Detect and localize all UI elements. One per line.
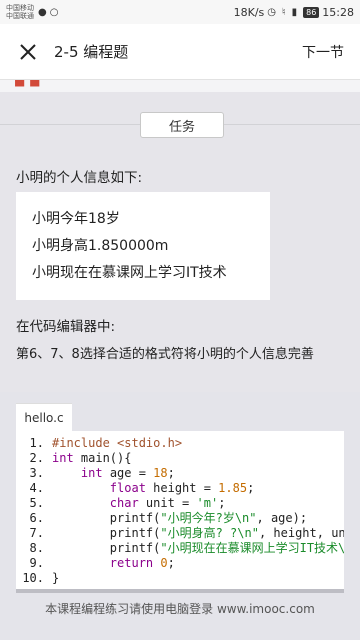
line-number: 2. bbox=[29, 451, 44, 465]
line-number: 6. bbox=[29, 511, 44, 525]
info-line: 小明今年18岁 bbox=[32, 211, 120, 227]
info-line: 小明身高1.850000m bbox=[32, 238, 169, 254]
code-token: #include <stdio.h> bbox=[52, 436, 183, 450]
code-line[interactable]: 6. printf("小明今年?岁\n", age); bbox=[16, 511, 344, 526]
task-button[interactable]: 任务 bbox=[140, 112, 224, 138]
code-token: int bbox=[80, 466, 103, 480]
app-bar: 2-5 编程题 下一节 bbox=[0, 24, 360, 80]
file-tab[interactable]: hello.c bbox=[16, 403, 72, 431]
code-token: , age); bbox=[256, 511, 308, 525]
carrier-labels: 中国移动 中国联通 bbox=[6, 4, 34, 20]
code-token: 18 bbox=[153, 466, 168, 480]
code-token: ; bbox=[218, 496, 226, 510]
network-speed: 18K/s bbox=[233, 5, 265, 19]
code-line[interactable]: 3. int age = 18; bbox=[16, 466, 344, 481]
code-text: printf("小明现在在慕课网上学习IT技术\n"); bbox=[52, 541, 344, 556]
code-line[interactable]: 9. return 0; bbox=[16, 556, 344, 571]
code-token: ; bbox=[167, 466, 175, 480]
circle-icon: ○ bbox=[49, 6, 59, 18]
code-token: age = bbox=[102, 466, 154, 480]
code-text: printf("小明今年?岁\n", age); bbox=[52, 511, 307, 526]
status-bar: 中国移动 中国联通 ● ○ 18K/s ◷ ♮ ▮ 86 15:28 bbox=[0, 0, 360, 24]
code-line[interactable]: 5. char unit = 'm'; bbox=[16, 496, 344, 511]
code-token: 'm' bbox=[196, 496, 219, 510]
code-token: printf( bbox=[52, 541, 161, 555]
info-box: 小明今年18岁 小明身高1.850000m 小明现在在慕课网上学习IT技术 bbox=[16, 192, 270, 300]
code-token: "小明现在在慕课网上学习IT技术\n" bbox=[160, 541, 344, 555]
task-instruction-1: 在代码编辑器中: bbox=[16, 319, 116, 335]
code-token: printf( bbox=[52, 526, 161, 540]
code-token: } bbox=[52, 571, 60, 585]
clock: 15:28 bbox=[322, 5, 354, 19]
code-text: float height = 1.85; bbox=[52, 481, 255, 496]
scrolled-content-edge: ■ ■ bbox=[0, 80, 360, 92]
user-icon: ● bbox=[38, 6, 47, 18]
code-token: 0 bbox=[160, 556, 168, 570]
code-text: int main(){ bbox=[52, 451, 131, 466]
line-number: 9. bbox=[29, 556, 44, 570]
code-token: char bbox=[109, 496, 139, 510]
code-line[interactable]: 8. printf("小明现在在慕课网上学习IT技术\n"); bbox=[16, 541, 344, 556]
code-token: unit = bbox=[138, 496, 197, 510]
code-token: height = bbox=[145, 481, 219, 495]
line-number: 4. bbox=[29, 481, 44, 495]
code-token: float bbox=[109, 481, 146, 495]
code-text: int age = 18; bbox=[52, 466, 175, 481]
page-title: 2-5 编程题 bbox=[54, 43, 129, 61]
cut-off-marker: ■ ■ bbox=[14, 80, 41, 88]
mute-icon: ♮ bbox=[282, 6, 286, 18]
line-number: 7. bbox=[29, 526, 44, 540]
code-token: return bbox=[109, 556, 154, 570]
code-text: printf("小明身高? ?\n", height, unit); bbox=[52, 526, 344, 541]
carrier-2: 中国联通 bbox=[6, 12, 34, 20]
code-token: , height, unit); bbox=[258, 526, 344, 540]
code-text: char unit = 'm'; bbox=[52, 496, 226, 511]
battery-indicator: 86 bbox=[303, 6, 320, 18]
code-line[interactable]: 2. int main(){ bbox=[16, 451, 344, 466]
close-icon bbox=[20, 43, 36, 60]
code-text: } bbox=[52, 571, 59, 586]
line-number: 1. bbox=[29, 436, 44, 450]
code-token: int bbox=[52, 451, 74, 465]
info-line: 小明现在在慕课网上学习IT技术 bbox=[32, 265, 227, 281]
code-editor[interactable]: 1. #include <stdio.h> 2. int main(){3. int … bbox=[16, 431, 344, 593]
line-number: 8. bbox=[29, 541, 44, 555]
code-line[interactable]: 1. #include <stdio.h> bbox=[16, 436, 344, 451]
code-text: return 0; bbox=[52, 556, 175, 571]
task-intro: 小明的个人信息如下: bbox=[16, 170, 143, 186]
code-token: ; bbox=[167, 556, 175, 570]
code-token: "小明身高? ?\n" bbox=[160, 526, 259, 540]
code-token: "小明今年?岁\n" bbox=[160, 511, 257, 525]
code-token: ; bbox=[247, 481, 255, 495]
task-instruction-2: 第6、7、8选择合适的格式符将小明的个人信息完善 bbox=[16, 347, 314, 362]
code-token: printf( bbox=[52, 511, 161, 525]
alarm-icon: ◷ bbox=[267, 6, 277, 18]
code-token: 1.85 bbox=[218, 481, 248, 495]
footer-note: 本课程编程练习请使用电脑登录 www.imooc.com bbox=[45, 602, 315, 616]
line-number: 3. bbox=[29, 466, 44, 480]
code-line[interactable]: 7. printf("小明身高? ?\n", height, unit); bbox=[16, 526, 344, 541]
line-number: 5. bbox=[29, 496, 44, 510]
signal-icon: ▮ bbox=[291, 6, 298, 18]
line-number: 10. bbox=[22, 571, 44, 585]
code-token: main(){ bbox=[73, 451, 132, 465]
code-line[interactable]: 4. float height = 1.85; bbox=[16, 481, 344, 496]
code-line[interactable]: 10.} bbox=[16, 571, 344, 586]
close-button[interactable] bbox=[16, 40, 40, 64]
carrier-1: 中国移动 bbox=[6, 4, 34, 12]
code-text: #include <stdio.h> bbox=[52, 436, 182, 451]
status-right: 18K/s ◷ ♮ ▮ 86 15:28 bbox=[234, 6, 354, 19]
next-section-button[interactable]: 下一节 bbox=[302, 42, 344, 62]
